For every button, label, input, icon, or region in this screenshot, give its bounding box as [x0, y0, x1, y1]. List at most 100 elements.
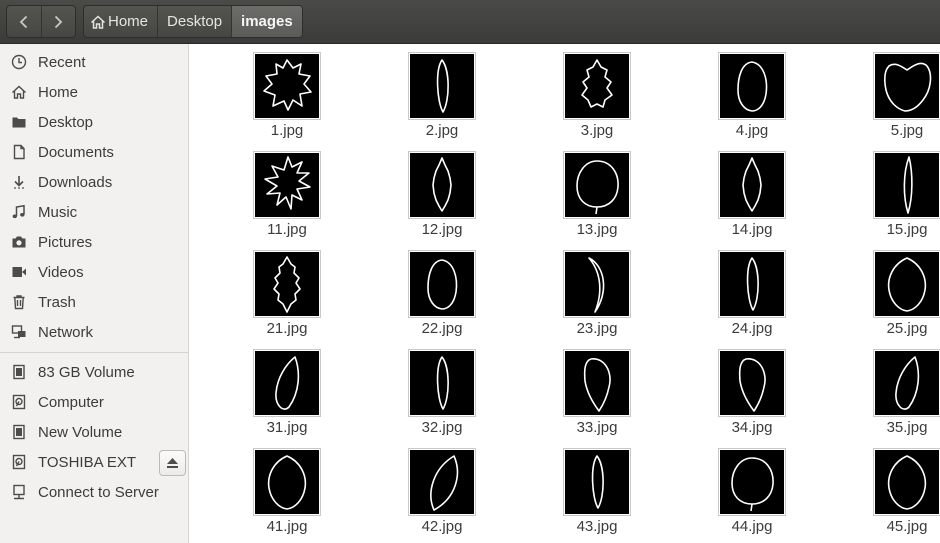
- leaf-image-icon: [410, 450, 474, 514]
- file-item[interactable]: 13.jpg: [542, 143, 652, 239]
- file-name: 44.jpg: [731, 518, 773, 535]
- sidebar-item-label: Desktop: [38, 113, 94, 131]
- chevron-right-icon: [55, 15, 63, 28]
- breadcrumb-images[interactable]: images: [231, 6, 302, 37]
- breadcrumb-home-label: Home: [108, 13, 149, 30]
- file-thumbnail: [563, 349, 631, 417]
- sidebar-item-home[interactable]: Home: [0, 78, 188, 106]
- file-name: 11.jpg: [267, 221, 307, 238]
- download-icon: [10, 173, 28, 191]
- file-item[interactable]: 12.jpg: [387, 143, 497, 239]
- sidebar-item-downloads[interactable]: Downloads: [0, 168, 188, 196]
- leaf-image-icon: [720, 252, 784, 316]
- file-name: 41.jpg: [266, 518, 308, 535]
- file-item[interactable]: 42.jpg: [387, 440, 497, 536]
- leaf-image-icon: [410, 153, 474, 217]
- file-item[interactable]: 35.jpg: [852, 341, 940, 437]
- file-name: 23.jpg: [576, 320, 618, 337]
- sidebar-item-recent[interactable]: Recent: [0, 48, 188, 76]
- sidebar-device-83gb-volume[interactable]: 83 GB Volume: [0, 358, 188, 386]
- harddisk-icon: [10, 453, 28, 471]
- sidebar-item-label: Recent: [38, 53, 86, 71]
- leaf-image-icon: [875, 351, 939, 415]
- sidebar-divider: [0, 352, 188, 353]
- file-item[interactable]: 2.jpg: [387, 44, 497, 140]
- sidebar: Recent Home Desktop Documents Downloads …: [0, 44, 189, 543]
- file-thumbnail: [563, 250, 631, 318]
- file-thumbnail: [253, 349, 321, 417]
- file-item[interactable]: 22.jpg: [387, 242, 497, 338]
- sidebar-device-toshiba-ext[interactable]: TOSHIBA EXT: [0, 448, 156, 476]
- leaf-image-icon: [255, 450, 319, 514]
- sidebar-item-music[interactable]: Music: [0, 198, 188, 226]
- leaf-image-icon: [565, 450, 629, 514]
- file-thumbnail: [408, 349, 476, 417]
- navigation-buttons: [6, 5, 76, 38]
- sidebar-device-new-volume[interactable]: New Volume: [0, 418, 188, 446]
- file-item[interactable]: 11.jpg: [232, 143, 342, 239]
- file-grid: 1.jpg 2.jpg 3.jpg 4.jpg 5.jpg 11.jpg 12.jpg 13.…: [190, 44, 940, 543]
- leaf-image-icon: [410, 351, 474, 415]
- file-item[interactable]: 5.jpg: [852, 44, 940, 140]
- sidebar-item-videos[interactable]: Videos: [0, 258, 188, 286]
- sidebar-device-label: Computer: [38, 393, 104, 411]
- sidebar-item-label: Pictures: [38, 233, 93, 251]
- breadcrumb-desktop[interactable]: Desktop: [157, 6, 231, 37]
- drive-icon: [10, 363, 28, 381]
- sidebar-item-network[interactable]: Network: [0, 318, 188, 346]
- file-name: 34.jpg: [731, 419, 773, 436]
- file-item[interactable]: 33.jpg: [542, 341, 652, 437]
- sidebar-item-documents[interactable]: Documents: [0, 138, 188, 166]
- file-thumbnail: [253, 448, 321, 516]
- file-item[interactable]: 14.jpg: [697, 143, 807, 239]
- file-name: 42.jpg: [421, 518, 463, 535]
- file-thumbnail: [408, 250, 476, 318]
- file-item[interactable]: 21.jpg: [232, 242, 342, 338]
- file-name: 24.jpg: [731, 320, 773, 337]
- file-thumbnail: [563, 52, 631, 120]
- file-item[interactable]: 41.jpg: [232, 440, 342, 536]
- sidebar-item-label: Documents: [38, 143, 114, 161]
- sidebar-item-pictures[interactable]: Pictures: [0, 228, 188, 256]
- file-item[interactable]: 32.jpg: [387, 341, 497, 437]
- eject-button[interactable]: [159, 450, 186, 476]
- sidebar-item-label: Home: [38, 83, 79, 101]
- leaf-image-icon: [720, 450, 784, 514]
- file-thumbnail: [718, 250, 786, 318]
- file-item[interactable]: 24.jpg: [697, 242, 807, 338]
- music-icon: [10, 203, 28, 221]
- file-item[interactable]: 15.jpg: [852, 143, 940, 239]
- file-thumbnail: [873, 448, 940, 516]
- sidebar-device-label: Connect to Server: [38, 483, 159, 501]
- file-name: 12.jpg: [421, 221, 463, 238]
- file-item[interactable]: 45.jpg: [852, 440, 940, 536]
- sidebar-connect-to-server[interactable]: Connect to Server: [0, 478, 188, 506]
- leaf-image-icon: [255, 252, 319, 316]
- file-item[interactable]: 23.jpg: [542, 242, 652, 338]
- file-thumbnail: [718, 52, 786, 120]
- sidebar-device-computer[interactable]: Computer: [0, 388, 188, 416]
- leaf-image-icon: [565, 351, 629, 415]
- forward-button[interactable]: [40, 6, 75, 37]
- file-item[interactable]: 3.jpg: [542, 44, 652, 140]
- breadcrumb-home[interactable]: Home: [84, 6, 157, 37]
- file-name: 33.jpg: [576, 419, 618, 436]
- leaf-image-icon: [255, 153, 319, 217]
- file-item[interactable]: 43.jpg: [542, 440, 652, 536]
- breadcrumb: Home Desktop images: [83, 5, 303, 38]
- file-item[interactable]: 44.jpg: [697, 440, 807, 536]
- back-button[interactable]: [7, 6, 41, 37]
- file-item[interactable]: 34.jpg: [697, 341, 807, 437]
- sidebar-item-trash[interactable]: Trash: [0, 288, 188, 316]
- file-item[interactable]: 4.jpg: [697, 44, 807, 140]
- trash-icon: [10, 293, 28, 311]
- document-icon: [10, 143, 28, 161]
- sidebar-item-desktop[interactable]: Desktop: [0, 108, 188, 136]
- leaf-image-icon: [255, 351, 319, 415]
- file-item[interactable]: 25.jpg: [852, 242, 940, 338]
- file-name: 32.jpg: [421, 419, 463, 436]
- file-name: 4.jpg: [735, 122, 769, 139]
- file-item[interactable]: 31.jpg: [232, 341, 342, 437]
- leaf-image-icon: [875, 153, 939, 217]
- file-item[interactable]: 1.jpg: [232, 44, 342, 140]
